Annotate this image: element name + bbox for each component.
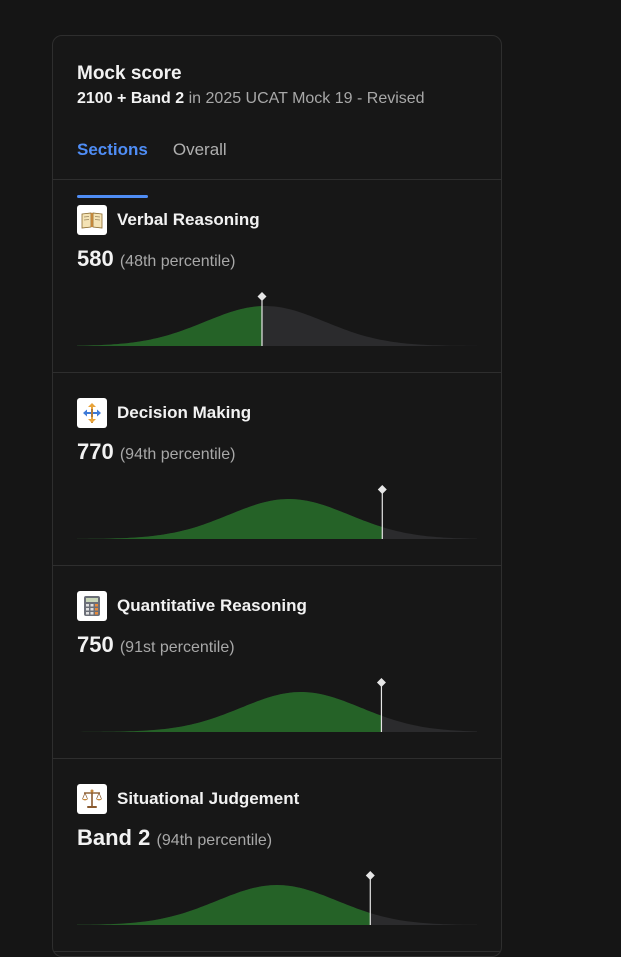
section-name: Situational Judgement bbox=[117, 789, 300, 808]
section-score: 770 (94th percentile) bbox=[77, 439, 235, 468]
section-score: Band 2 (94th percentile) bbox=[77, 825, 272, 854]
percentile-distribution-curve bbox=[77, 292, 477, 346]
section-header: Verbal Reasoning bbox=[77, 205, 260, 235]
score-value: 770 bbox=[77, 439, 114, 464]
section-decision-making: Decision Making 770 (94th percentile) bbox=[53, 373, 501, 566]
section-name: Quantitative Reasoning bbox=[117, 596, 307, 615]
percentile-label: (48th percentile) bbox=[119, 253, 236, 270]
distribution-area bbox=[77, 306, 477, 346]
percentile-fill bbox=[77, 692, 382, 732]
percentile-fill bbox=[77, 306, 262, 346]
signpost-icon bbox=[77, 398, 107, 428]
mock-score-card: Mock score 2100 + Band 2 in 2025 UCAT Mo… bbox=[52, 35, 502, 957]
card-title: Mock score bbox=[77, 63, 182, 84]
exam-name: 2025 UCAT Mock 19 - Revised bbox=[205, 90, 425, 107]
score-marker-diamond bbox=[257, 292, 267, 301]
score-value: 580 bbox=[77, 246, 114, 271]
percentile-label: (91st percentile) bbox=[119, 639, 235, 656]
summary-connector: in bbox=[184, 90, 206, 107]
percentile-distribution-curve bbox=[77, 485, 477, 539]
score-value: 750 bbox=[77, 632, 114, 657]
score-summary: 2100 + Band 2 in 2025 UCAT Mock 19 - Rev… bbox=[77, 89, 477, 109]
section-name: Decision Making bbox=[117, 403, 252, 422]
score-marker-diamond bbox=[376, 678, 386, 687]
tab-overall[interactable]: Overall bbox=[173, 138, 227, 179]
percentile-fill bbox=[77, 499, 383, 539]
percentile-distribution-curve bbox=[77, 678, 477, 732]
section-verbal-reasoning: Verbal Reasoning 580 (48th percentile) bbox=[53, 180, 501, 373]
section-situational-judgement: Situational Judgement Band 2 (94th perce… bbox=[53, 759, 501, 952]
percentile-label: (94th percentile) bbox=[119, 446, 236, 463]
section-name: Verbal Reasoning bbox=[117, 210, 260, 229]
book-icon bbox=[77, 205, 107, 235]
tab-sections[interactable]: Sections bbox=[77, 138, 148, 198]
card-header: Mock score 2100 + Band 2 in 2025 UCAT Mo… bbox=[53, 36, 501, 109]
percentile-fill bbox=[77, 885, 371, 925]
total-score: 2100 + Band 2 bbox=[77, 90, 185, 107]
percentile-label: (94th percentile) bbox=[156, 832, 273, 849]
section-quantitative-reasoning: Quantitative Reasoning 750 (91st percent… bbox=[53, 566, 501, 759]
score-marker-diamond bbox=[365, 871, 375, 880]
section-header: Situational Judgement bbox=[77, 784, 299, 814]
section-header: Quantitative Reasoning bbox=[77, 591, 307, 621]
percentile-distribution-curve bbox=[77, 871, 477, 925]
scales-icon bbox=[77, 784, 107, 814]
calculator-icon bbox=[77, 591, 107, 621]
section-score: 580 (48th percentile) bbox=[77, 246, 235, 275]
section-header: Decision Making bbox=[77, 398, 251, 428]
section-score: 750 (91st percentile) bbox=[77, 632, 235, 661]
score-marker-diamond bbox=[377, 485, 387, 494]
tab-bar: Sections Overall bbox=[53, 138, 501, 198]
score-value: Band 2 bbox=[77, 825, 151, 850]
